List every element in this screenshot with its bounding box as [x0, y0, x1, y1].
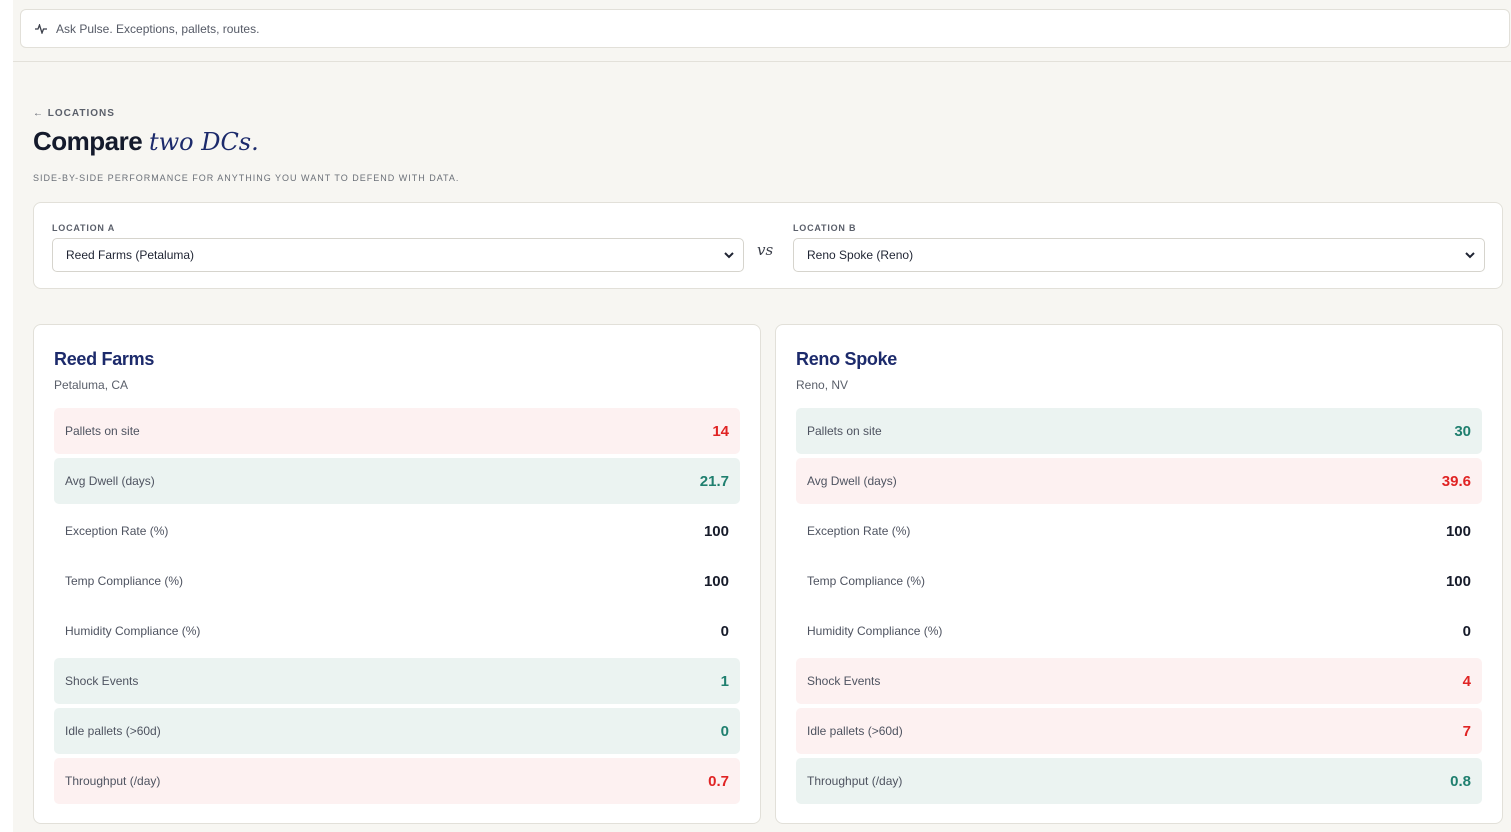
- metric-value: 39.6: [1441, 472, 1471, 490]
- location-b-select[interactable]: Reno Spoke (Reno): [793, 238, 1485, 272]
- metric-label: Shock Events: [65, 674, 139, 688]
- metric-row: Pallets on site 30: [796, 408, 1482, 454]
- metric-value: 1: [720, 672, 729, 690]
- chevron-down-icon: [724, 252, 734, 259]
- breadcrumb-locations[interactable]: ← LOCATIONS: [33, 108, 115, 119]
- metric-label: Throughput (/day): [807, 774, 903, 788]
- metric-row: Shock Events 1: [54, 658, 740, 704]
- metric-value: 100: [1445, 572, 1471, 590]
- metric-value: 0: [720, 622, 729, 640]
- page-title-accent: two DCs.: [148, 128, 259, 156]
- metric-label: Humidity Compliance (%): [807, 624, 943, 638]
- metric-row: Idle pallets (>60d) 7: [796, 708, 1482, 754]
- metric-row: Exception Rate (%) 100: [54, 508, 740, 554]
- metric-row: Throughput (/day) 0.7: [54, 758, 740, 804]
- location-b-label: LOCATION B: [793, 223, 857, 233]
- metric-row: Temp Compliance (%) 100: [796, 558, 1482, 604]
- location-name: Reed Farms: [54, 349, 155, 369]
- metric-value: 0.7: [708, 772, 729, 790]
- location-name: Reno Spoke: [796, 349, 898, 369]
- metric-label: Humidity Compliance (%): [65, 624, 201, 638]
- location-a-label: LOCATION A: [52, 223, 115, 233]
- metric-row: Avg Dwell (days) 21.7: [54, 458, 740, 504]
- metric-list: Pallets on site 30 Avg Dwell (days) 39.6 E…: [796, 408, 1482, 808]
- metric-row: Shock Events 4: [796, 658, 1482, 704]
- location-card-a: Reed Farms Petaluma, CA Pallets on site 1…: [33, 324, 761, 824]
- page-title-main: Compare: [33, 126, 143, 156]
- metric-value: 14: [712, 422, 729, 440]
- location-a-value: Reed Farms (Petaluma): [66, 248, 195, 262]
- ask-pulse-search[interactable]: Ask Pulse. Exceptions, pallets, routes.: [20, 9, 1510, 48]
- metric-label: Idle pallets (>60d): [65, 724, 161, 738]
- metric-label: Temp Compliance (%): [807, 574, 926, 588]
- metric-value: 100: [1445, 522, 1471, 540]
- location-a-select[interactable]: Reed Farms (Petaluma): [52, 238, 744, 272]
- left-gutter: [0, 0, 13, 832]
- metric-row: Humidity Compliance (%) 0: [54, 608, 740, 654]
- metric-label: Idle pallets (>60d): [807, 724, 903, 738]
- metric-label: Avg Dwell (days): [65, 474, 155, 488]
- metric-label: Avg Dwell (days): [807, 474, 897, 488]
- metric-label: Shock Events: [807, 674, 881, 688]
- metric-value: 100: [703, 572, 729, 590]
- location-place: Reno, NV: [796, 378, 849, 392]
- metric-row: Temp Compliance (%) 100: [54, 558, 740, 604]
- metric-label: Throughput (/day): [65, 774, 161, 788]
- metric-value: 21.7: [699, 472, 729, 490]
- location-selector-card: LOCATION A Reed Farms (Petaluma) vs LOCA…: [33, 202, 1503, 289]
- metric-row: Pallets on site 14: [54, 408, 740, 454]
- ask-pulse-placeholder: Ask Pulse. Exceptions, pallets, routes.: [56, 21, 260, 36]
- metric-value: 0.8: [1450, 772, 1471, 790]
- metric-value: 4: [1462, 672, 1471, 690]
- metric-value: 7: [1462, 722, 1471, 740]
- metric-value: 0: [720, 722, 729, 740]
- metric-label: Temp Compliance (%): [65, 574, 184, 588]
- metric-label: Exception Rate (%): [65, 524, 169, 538]
- page-title: Compare two DCs.: [33, 126, 259, 157]
- metric-value: 30: [1454, 422, 1471, 440]
- page-subtitle: SIDE-BY-SIDE PERFORMANCE FOR ANYTHING YO…: [33, 173, 460, 183]
- metric-row: Throughput (/day) 0.8: [796, 758, 1482, 804]
- metric-row: Humidity Compliance (%) 0: [796, 608, 1482, 654]
- chevron-down-icon: [1465, 252, 1475, 259]
- metric-label: Exception Rate (%): [807, 524, 911, 538]
- metric-label: Pallets on site: [807, 424, 882, 438]
- pulse-icon: [35, 23, 47, 34]
- metric-value: 100: [703, 522, 729, 540]
- location-b-value: Reno Spoke (Reno): [807, 248, 914, 262]
- metric-row: Exception Rate (%) 100: [796, 508, 1482, 554]
- metric-row: Avg Dwell (days) 39.6: [796, 458, 1482, 504]
- metric-row: Idle pallets (>60d) 0: [54, 708, 740, 754]
- location-card-b: Reno Spoke Reno, NV Pallets on site 30 Av…: [775, 324, 1503, 824]
- vs-label: vs: [757, 241, 774, 259]
- metric-label: Pallets on site: [65, 424, 140, 438]
- metric-list: Pallets on site 14 Avg Dwell (days) 21.7 E…: [54, 408, 740, 808]
- metric-value: 0: [1462, 622, 1471, 640]
- location-place: Petaluma, CA: [54, 378, 129, 392]
